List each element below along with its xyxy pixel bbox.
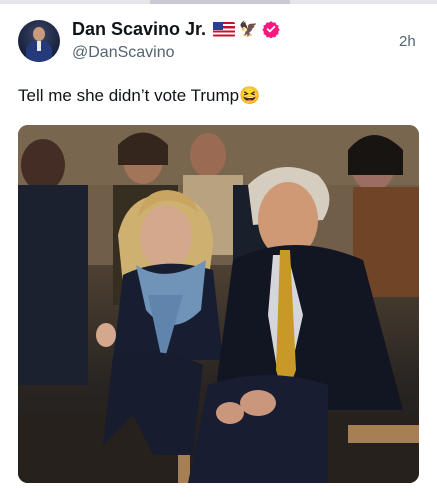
avatar-shirt: [37, 41, 41, 51]
eagle-icon: 🦅: [239, 20, 258, 38]
author-handle[interactable]: @DanScavino: [72, 44, 175, 62]
top-scroll-indicator: [0, 0, 437, 4]
us-flag-icon: [213, 21, 236, 37]
avatar-face: [33, 27, 45, 41]
post-timestamp[interactable]: 2h: [399, 33, 416, 50]
avatar[interactable]: [18, 20, 60, 62]
author-display-name[interactable]: Dan Scavino Jr.: [72, 19, 206, 40]
post-photo[interactable]: [18, 125, 419, 483]
top-scroll-highlight: [150, 0, 290, 4]
post-text: Tell me she didn’t vote Trump😆: [18, 86, 261, 105]
verified-icon: [262, 21, 280, 38]
photo-illustration: [18, 125, 419, 483]
author-name-row[interactable]: Dan Scavino Jr. 🦅: [72, 18, 280, 40]
